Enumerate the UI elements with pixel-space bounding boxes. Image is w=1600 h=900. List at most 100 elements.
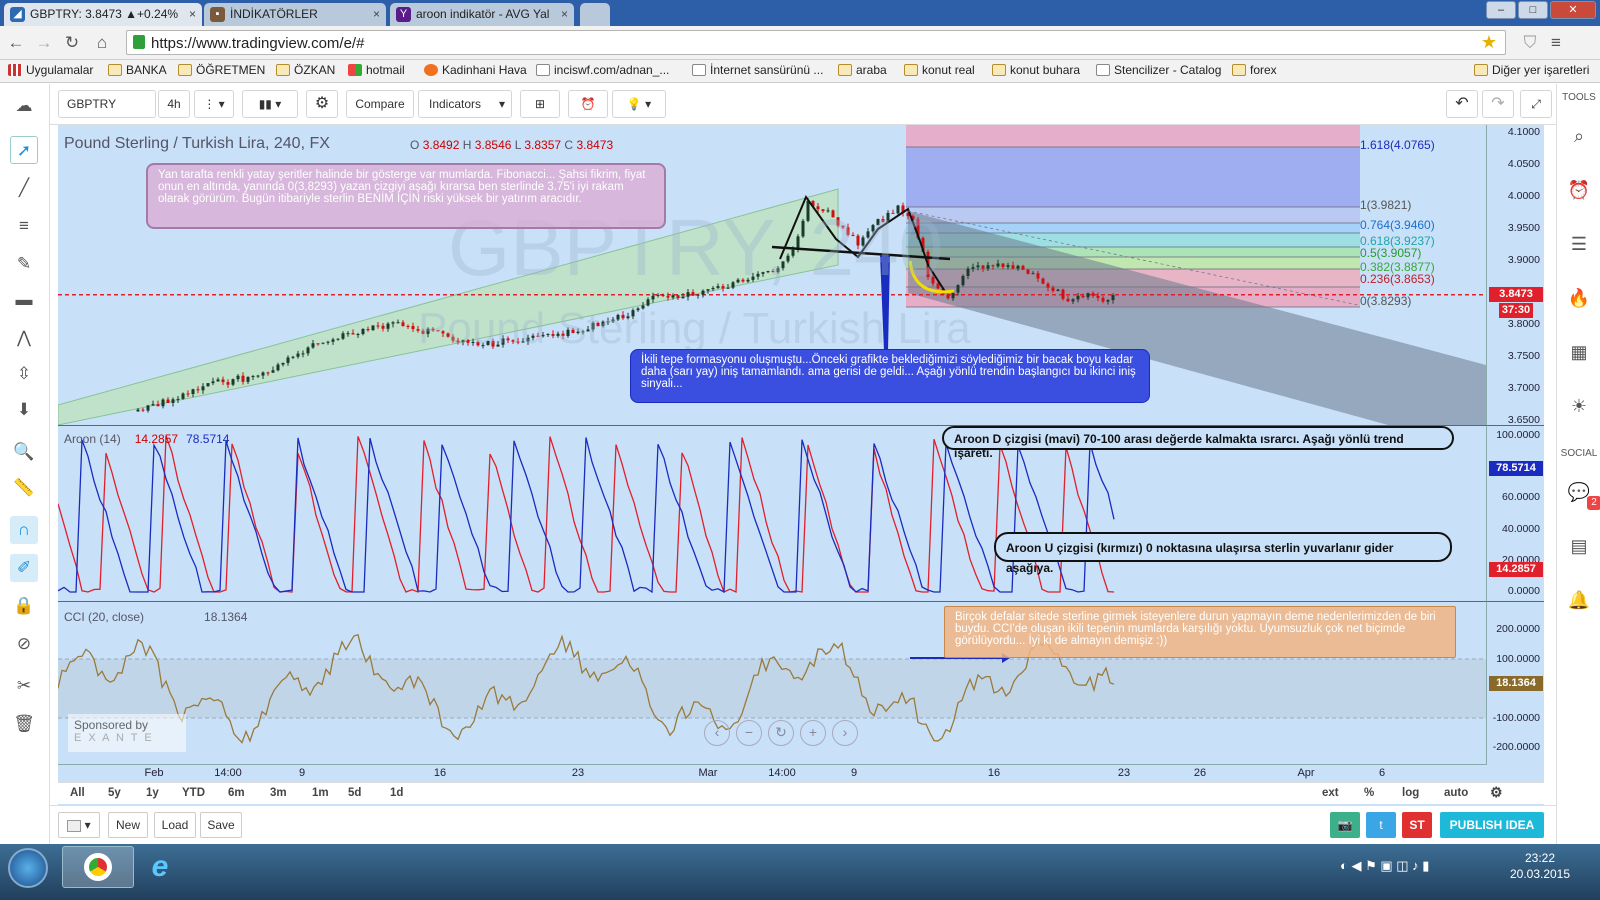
camera-icon[interactable]: 📷 <box>1330 812 1360 838</box>
bookmark-internet[interactable]: İnternet sansürünü ... <box>692 63 823 77</box>
undo-button[interactable]: ↶ <box>1446 90 1478 118</box>
shield-icon[interactable]: ⛉ <box>1520 33 1540 53</box>
bookmark-banka[interactable]: BANKA <box>108 63 167 77</box>
tab-indikatorler[interactable]: ▪ İNDİKATÖRLER × <box>204 3 386 26</box>
gear-icon[interactable]: ⚙ <box>1490 784 1503 801</box>
range-all[interactable]: All <box>70 787 85 799</box>
tab-gbptry[interactable]: ◢ GBPTRY: 3.8473 ▲+0.24% × <box>4 3 202 26</box>
cci-axis[interactable]: 200.0000100.00000.0000-100.0000-200.0000… <box>1486 601 1544 765</box>
tray-icons[interactable]: ◐ ◀ ⚑ ▣ ◫ ♪ ▮ <box>1340 858 1429 874</box>
start-button[interactable] <box>8 848 48 888</box>
brush-icon[interactable]: ✎ <box>10 250 38 278</box>
indicators-button[interactable]: Indicators ▾ <box>418 90 512 118</box>
aroon-down-note[interactable]: Aroon D çizgisi (mavi) 70-100 arası değe… <box>942 426 1454 460</box>
range-1d[interactable]: 1d <box>390 787 403 799</box>
bookmark-stencilizer[interactable]: Stencilizer - Catalog <box>1096 63 1221 77</box>
fibonacci-note[interactable]: Yan tarafta renkli yatay şeritler halind… <box>146 163 666 229</box>
arrow-down-icon[interactable]: ⬇ <box>10 396 38 424</box>
reload-icon[interactable]: ↻ <box>62 33 82 53</box>
ie-icon[interactable]: e <box>140 850 180 884</box>
range-5d[interactable]: 5d <box>348 787 361 799</box>
save-button[interactable]: Save <box>200 812 242 838</box>
bookmark-konut-buhara[interactable]: konut buhara <box>992 63 1080 77</box>
pattern-note[interactable]: İkili tepe formasyonu oluşmuştu...Önceki… <box>630 349 1150 403</box>
load-button[interactable]: Load <box>154 812 196 838</box>
aroon-up-note[interactable]: Aroon U çizgisi (kırmızı) 0 noktasına ul… <box>994 532 1452 575</box>
bookmark-ozkan[interactable]: ÖZKAN <box>276 63 335 77</box>
ruler-icon[interactable]: 📏 <box>10 474 38 502</box>
bookmark-konut-real[interactable]: konut real <box>904 63 975 77</box>
bookmark-forex[interactable]: forex <box>1232 63 1277 77</box>
home-icon[interactable]: ⌂ <box>92 33 112 53</box>
horizontal-lines-icon[interactable]: ≡ <box>10 212 38 240</box>
range-6m[interactable]: 6m <box>228 787 245 799</box>
close-icon[interactable]: × <box>561 7 568 21</box>
calendar-icon[interactable]: ▦ <box>1565 338 1593 366</box>
minimize-button[interactable]: – <box>1486 1 1516 19</box>
zoom-out-icon[interactable]: − <box>736 720 762 746</box>
trash-icon[interactable]: 🗑 <box>10 710 38 738</box>
color-select[interactable]: ▾ <box>58 812 100 838</box>
fullscreen-button[interactable]: ⤢ <box>1520 90 1552 118</box>
zoom-in-icon[interactable]: + <box>800 720 826 746</box>
compare-button[interactable]: Compare <box>346 90 414 118</box>
watchlist-icon[interactable]: ☰ <box>1565 230 1593 258</box>
range-5y[interactable]: 5y <box>108 787 121 799</box>
aroon-axis[interactable]: 100.000080.000060.000040.000020.00000.00… <box>1486 425 1544 601</box>
range-ytd[interactable]: YTD <box>182 787 205 799</box>
bookmark-hotmail[interactable]: hotmail <box>348 63 405 77</box>
alert-button[interactable]: ⏰ <box>568 90 608 118</box>
stay-drawing-icon[interactable]: ✐ <box>10 554 38 582</box>
alarm-clock-icon[interactable]: ⏰ <box>1565 176 1593 204</box>
bookmark-other[interactable]: Diğer yer işaretleri <box>1474 63 1589 77</box>
scroll-right-icon[interactable]: › <box>832 720 858 746</box>
stocktwits-icon[interactable]: ST <box>1402 812 1432 838</box>
bell-icon[interactable]: 🔔 <box>1565 586 1593 614</box>
templates-button[interactable]: ⊞ <box>520 90 560 118</box>
redo-button[interactable]: ↷ <box>1482 90 1514 118</box>
cci-pane[interactable]: CCI (20, close) 18.1364 Birçok defalar si… <box>58 601 1486 765</box>
magnet-icon[interactable]: ∩ <box>10 516 38 544</box>
twitter-icon[interactable]: t <box>1366 812 1396 838</box>
trend-line-icon[interactable]: ╱ <box>10 174 38 202</box>
idea-icon[interactable]: ☀ <box>1565 392 1593 420</box>
hotlist-flame-icon[interactable]: 🔥 <box>1565 284 1593 312</box>
bookmark-ogretmen[interactable]: ÖĞRETMEN <box>178 63 265 77</box>
menu-icon[interactable]: ≡ <box>1546 33 1566 53</box>
bookmark-inciswf[interactable]: inciswf.com/adnan_... <box>536 63 669 77</box>
time-axis[interactable]: Feb 14:00 9 16 23 Mar 14:00 9 16 23 26 Apr 6 <box>58 764 1486 782</box>
ideas-button[interactable]: 💡 ▾ <box>612 90 666 118</box>
bookmark-apps[interactable]: Uygulamalar <box>8 63 93 77</box>
range-3m[interactable]: 3m <box>270 787 287 799</box>
price-pane[interactable]: GBPTRY, 240 Pound Sterling / Turkish Lir… <box>58 125 1486 425</box>
symbol-input[interactable]: GBPTRY <box>58 90 156 118</box>
pattern-icon[interactable]: ⋀ <box>10 324 38 352</box>
lock-icon[interactable]: 🔒 <box>10 592 38 620</box>
address-bar[interactable]: https://www.tradingview.com/e/# ★ <box>126 30 1506 55</box>
range-1y[interactable]: 1y <box>146 787 159 799</box>
bookmark-araba[interactable]: araba <box>838 63 887 77</box>
scale-option[interactable]: log <box>1402 787 1419 799</box>
scroll-left-icon[interactable]: ‹ <box>704 720 730 746</box>
scale-option[interactable]: auto <box>1444 787 1468 799</box>
comment-icon[interactable]: ▬ <box>10 286 38 314</box>
interval-select[interactable]: 4h <box>158 90 190 118</box>
close-window-button[interactable]: ✕ <box>1550 1 1596 19</box>
measure-icon[interactable]: ⇳ <box>10 360 38 388</box>
sponsor-box[interactable]: Sponsored by E X A N T E <box>68 714 186 752</box>
chrome-taskbar-button[interactable] <box>62 846 134 888</box>
cci-note[interactable]: Birçok defalar sitede sterline girmek is… <box>944 606 1456 658</box>
tab-aroon[interactable]: Y aroon indikatör - AVG Yal × <box>390 3 574 26</box>
clock[interactable]: 23:22 20.03.2015 <box>1500 850 1580 882</box>
hide-icon[interactable]: ⊘ <box>10 630 38 658</box>
bookmark-kadinhani[interactable]: Kadinhani Hava <box>424 63 527 77</box>
close-icon[interactable]: × <box>189 7 196 21</box>
cursor-icon[interactable]: ➚ <box>10 136 38 164</box>
zoom-in-icon[interactable]: 🔍 <box>10 438 38 466</box>
settings-button[interactable]: ⚙ <box>306 90 338 118</box>
publish-idea-button[interactable]: PUBLISH IDEA <box>1440 812 1544 838</box>
new-button[interactable]: New <box>108 812 148 838</box>
tools-icon[interactable]: ✂ <box>10 672 38 700</box>
range-1m[interactable]: 1m <box>312 787 329 799</box>
scale-option[interactable]: ext <box>1322 787 1339 799</box>
